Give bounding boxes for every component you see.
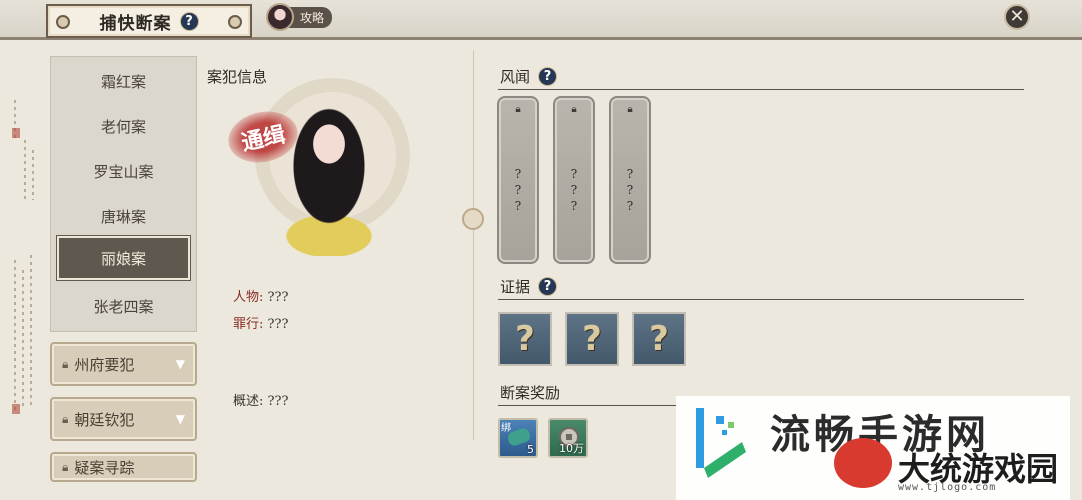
lock-icon: 🔒︎ <box>515 104 521 115</box>
case-item[interactable]: 张老四案 <box>57 286 190 326</box>
watermark-badge-icon <box>834 438 892 488</box>
evidence-header: 证据 ? <box>500 276 558 297</box>
crime-label: 罪行: <box>233 317 264 332</box>
title-plaque: 捕快断案 ? <box>46 4 252 38</box>
evidence-underline <box>498 299 1024 300</box>
case-item[interactable]: 老何案 <box>57 106 190 146</box>
rumor-text: ? ? ? <box>626 167 634 213</box>
case-item[interactable]: 霜红案 <box>57 61 190 101</box>
category-label: 疑案寻踪 <box>74 458 135 477</box>
question-mark-icon: ? <box>582 319 602 359</box>
help-icon[interactable]: ? <box>179 11 199 31</box>
watermark-logo-icon <box>696 408 746 478</box>
category-label: 朝廷钦犯 <box>74 410 135 429</box>
rumors-header: 风闻 ? <box>500 66 558 87</box>
person-row: 人物: ??? <box>233 286 288 305</box>
reward-item-coin[interactable]: 10万 <box>548 418 588 458</box>
person-value: ??? <box>267 290 289 305</box>
rumors-title: 风闻 <box>500 68 531 86</box>
divider-ornament-icon <box>462 208 484 230</box>
watermark-url: www.tjlogo.com <box>898 482 997 493</box>
vertical-divider <box>473 50 474 440</box>
rumor-text: ? ? ? <box>570 167 578 213</box>
ornament-icon <box>228 15 242 29</box>
case-item[interactable]: 罗宝山案 <box>57 151 190 191</box>
watermark: 流畅手游网 大统游戏园 www.tjlogo.com <box>676 396 1070 500</box>
page-title: 捕快断案 <box>99 13 172 34</box>
criminal-info-title: 案犯信息 <box>207 68 268 86</box>
category-button-mystery[interactable]: 🔒︎ 疑案寻踪 <box>50 452 197 482</box>
lock-icon: 🔒︎ <box>627 104 633 115</box>
summary-label: 概述: <box>233 394 264 409</box>
crime-value: ??? <box>267 317 289 332</box>
person-label: 人物: <box>233 290 264 305</box>
summary-row: 概述: ??? <box>233 390 288 409</box>
rewards-underline <box>498 405 678 406</box>
rewards-title: 断案奖励 <box>500 384 561 402</box>
help-icon[interactable]: ? <box>538 277 558 296</box>
top-bar: 捕快断案 ? 攻略 ✕ <box>0 0 1082 40</box>
case-item-selected[interactable]: 丽娘案 <box>56 235 191 281</box>
summary-value: ??? <box>267 394 289 409</box>
case-item[interactable]: 唐琳案 <box>57 196 190 236</box>
chevron-down-icon: ▼ <box>175 357 185 371</box>
lock-icon: 🔒︎ <box>62 459 69 474</box>
lock-icon: 🔒︎ <box>62 411 69 426</box>
question-mark-icon: ? <box>515 319 535 359</box>
evidence-title: 证据 <box>500 278 531 296</box>
help-icon[interactable]: ? <box>538 67 558 86</box>
category-label: 州府要犯 <box>74 355 135 374</box>
reward-count: 5 <box>527 443 534 456</box>
lock-icon: 🔒︎ <box>571 104 577 115</box>
rumors-underline <box>498 89 1024 90</box>
suspect-portrait <box>268 86 390 256</box>
rumor-card[interactable]: 🔒︎ ? ? ? <box>553 96 595 264</box>
evidence-slot[interactable]: ? <box>632 312 686 366</box>
chevron-down-icon: ▼ <box>175 412 185 426</box>
rumor-text: ? ? ? <box>514 167 522 213</box>
lock-icon: 🔒︎ <box>62 356 69 371</box>
close-button[interactable]: ✕ <box>1004 4 1030 30</box>
crime-row: 罪行: ??? <box>233 313 288 332</box>
rumor-card[interactable]: 🔒︎ ? ? ? <box>609 96 651 264</box>
guide-label: 攻略 <box>288 6 333 28</box>
question-mark-icon: ? <box>649 319 669 359</box>
ornament-icon <box>56 15 70 29</box>
reward-count: 10万 <box>559 442 584 455</box>
guide-button[interactable]: 攻略 <box>266 2 333 32</box>
bound-badge: 绑 <box>501 423 511 434</box>
evidence-slot[interactable]: ? <box>565 312 619 366</box>
case-list: 霜红案 老何案 罗宝山案 唐琳案 丽娘案 张老四案 <box>50 56 197 332</box>
avatar-icon <box>266 3 294 31</box>
category-button-prefecture[interactable]: 🔒︎ 州府要犯 ▼ <box>50 342 197 386</box>
category-button-imperial[interactable]: 🔒︎ 朝廷钦犯 ▼ <box>50 397 197 441</box>
reward-item-jade[interactable]: 绑 5 <box>498 418 538 458</box>
rumor-card[interactable]: 🔒︎ ? ? ? <box>497 96 539 264</box>
evidence-slot[interactable]: ? <box>498 312 552 366</box>
